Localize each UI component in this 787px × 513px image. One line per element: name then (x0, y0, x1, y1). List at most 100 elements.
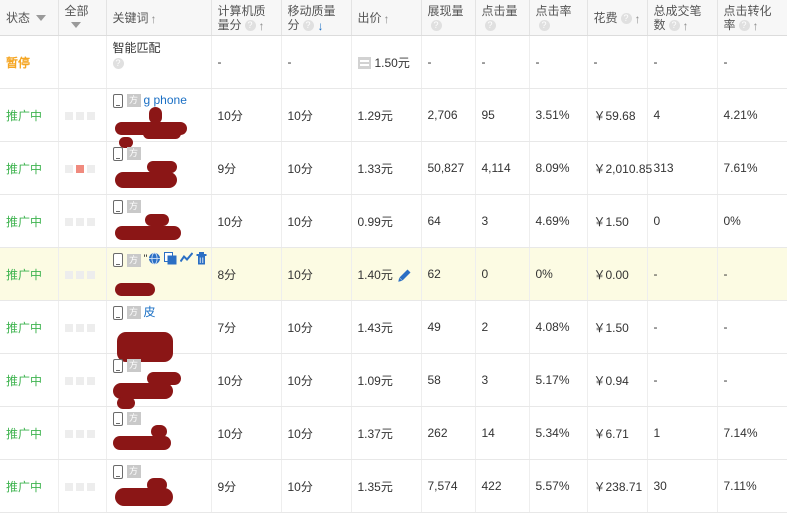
list-icon[interactable] (357, 57, 371, 70)
help-icon[interactable]: ? (538, 19, 550, 31)
cell-keyword[interactable]: 方 (106, 353, 212, 409)
table-row[interactable]: 推广中 方 10分 10分 1.09元 58 3 5.17% ￥0.94 - - (0, 353, 787, 409)
cell-bid[interactable]: 1.35元 (351, 459, 422, 513)
flag-square[interactable] (64, 111, 73, 120)
flag-square[interactable] (75, 482, 84, 491)
table-row[interactable]: 推广中 方 10分 10分 1.37元 262 14 5.34% ￥6.71 1 7.14% (0, 406, 787, 460)
cell-bid[interactable]: 1.29元 (351, 88, 422, 142)
flag-squares[interactable] (64, 479, 98, 493)
flag-square[interactable] (64, 482, 73, 491)
help-icon[interactable]: ? (112, 57, 124, 69)
chevron-down-icon[interactable] (70, 21, 81, 28)
cell-bid[interactable]: 1.50元 (351, 35, 422, 89)
flag-square[interactable] (86, 376, 95, 385)
sort-ascending-icon[interactable]: ↑ (635, 13, 641, 25)
cell-keyword[interactable]: 方 (106, 141, 212, 195)
help-icon[interactable]: ? (668, 19, 680, 31)
sort-ascending-icon[interactable]: ↑ (151, 13, 157, 25)
status-badge[interactable]: 暂停 (6, 56, 30, 70)
flag-squares[interactable] (64, 426, 98, 440)
sort-ascending-icon[interactable]: ↑ (683, 20, 689, 32)
help-icon[interactable]: ? (738, 19, 750, 31)
flag-squares[interactable] (64, 161, 98, 175)
help-icon[interactable]: ? (244, 19, 256, 31)
column-header-bid[interactable]: 出价 ↑ (351, 0, 422, 36)
sort-ascending-icon[interactable]: ↑ (384, 13, 390, 25)
cell-keyword[interactable]: 智能匹配? (106, 35, 212, 89)
table-row[interactable]: 推广中 方 9分 10分 1.35元 7,574 422 5.57% ￥238.71 30 7.11… (0, 459, 787, 513)
flag-square[interactable] (75, 323, 84, 332)
table-row[interactable]: 推广中 方 " 8分 10分 1.40元 62 0 0% ￥0.00 - - (0, 247, 787, 301)
flag-square[interactable] (75, 429, 84, 438)
cell-keyword[interactable]: 方 (106, 194, 212, 248)
cell-keyword[interactable]: 方 (106, 459, 212, 513)
cell-bid[interactable]: 1.43元 (351, 300, 422, 354)
edit-pencil-icon[interactable] (398, 269, 411, 282)
cell-keyword[interactable]: 方g phone (106, 88, 212, 148)
status-badge[interactable]: 推广中 (6, 162, 42, 176)
sort-descending-icon[interactable]: ↓ (318, 20, 324, 32)
flag-square[interactable] (64, 217, 73, 226)
table-row[interactable]: 推广中 方 9分 10分 1.33元 50,827 4,114 8.09% ￥2,010.85 3… (0, 141, 787, 195)
help-icon[interactable]: ? (620, 12, 632, 24)
flag-square[interactable] (86, 111, 95, 120)
column-header-cost[interactable]: 花费? ↑ (587, 0, 648, 36)
cell-keyword[interactable]: 方 (106, 406, 212, 460)
column-header-clicks[interactable]: 点击量? (475, 0, 530, 36)
flag-square[interactable] (75, 111, 84, 120)
column-header-impressions[interactable]: 展现量? (421, 0, 476, 36)
status-badge[interactable]: 推广中 (6, 215, 42, 229)
sort-ascending-icon[interactable]: ↑ (259, 20, 265, 32)
flag-squares[interactable] (64, 320, 98, 334)
flag-square[interactable] (64, 429, 73, 438)
status-badge[interactable]: 推广中 (6, 374, 42, 388)
trash-icon[interactable] (196, 252, 207, 268)
column-header-orders[interactable]: 总成交笔数? ↑ (647, 0, 718, 36)
cell-bid[interactable]: 1.40元 (351, 247, 422, 301)
column-header-ctr[interactable]: 点击率? (529, 0, 588, 36)
status-badge[interactable]: 推广中 (6, 427, 42, 441)
column-header-pc_quality[interactable]: 计算机质量分? ↑ (211, 0, 282, 36)
flag-square[interactable] (75, 164, 84, 173)
help-icon[interactable]: ? (430, 19, 442, 31)
column-header-status[interactable]: 状态 (0, 0, 59, 36)
flag-squares[interactable] (64, 108, 98, 122)
status-badge[interactable]: 推广中 (6, 321, 42, 335)
table-row[interactable]: 推广中 方 10分 10分 0.99元 64 3 4.69% ￥1.50 0 0% (0, 194, 787, 248)
help-icon[interactable]: ? (484, 19, 496, 31)
chart-icon[interactable] (180, 252, 194, 268)
status-badge[interactable]: 推广中 (6, 268, 42, 282)
flag-square[interactable] (86, 217, 95, 226)
status-badge[interactable]: 推广中 (6, 109, 42, 123)
flag-square[interactable] (64, 376, 73, 385)
help-icon[interactable]: ? (302, 19, 314, 31)
flag-squares[interactable] (64, 214, 98, 228)
column-header-cvr[interactable]: 点击转化率? ↑ (717, 0, 787, 36)
flag-square[interactable] (86, 482, 95, 491)
flag-square[interactable] (75, 376, 84, 385)
table-row[interactable]: 推广中 方 g phone 10分 10分 1.29元 2,706 95 3.51% ￥59.68… (0, 88, 787, 148)
flag-square[interactable] (75, 217, 84, 226)
cell-bid[interactable]: 1.33元 (351, 141, 422, 195)
flag-square[interactable] (64, 164, 73, 173)
column-header-mob_quality[interactable]: 移动质量分? ↓ (281, 0, 352, 36)
flag-square[interactable] (86, 323, 95, 332)
status-badge[interactable]: 推广中 (6, 480, 42, 494)
column-header-flags[interactable]: 全部 (58, 0, 107, 36)
flag-square[interactable] (75, 270, 84, 279)
cell-keyword[interactable]: 方皮 (106, 300, 212, 362)
cell-keyword[interactable]: 方 " (106, 247, 212, 301)
flag-squares[interactable] (64, 373, 98, 387)
flag-square[interactable] (64, 323, 73, 332)
cell-bid[interactable]: 1.37元 (351, 406, 422, 460)
globe-icon[interactable] (148, 252, 161, 268)
flag-square[interactable] (86, 270, 95, 279)
table-row[interactable]: 推广中 方皮 7分 10分 1.43元 49 2 4.08% ￥1.50 - - (0, 300, 787, 362)
flag-square[interactable] (64, 270, 73, 279)
copy-icon[interactable] (164, 252, 177, 268)
flag-square[interactable] (86, 429, 95, 438)
column-header-keyword[interactable]: 关键词 ↑ (106, 0, 212, 36)
table-row[interactable]: 暂停 智能匹配? - -1.50元 - - - - - - (0, 35, 787, 89)
chevron-down-icon[interactable] (36, 14, 47, 21)
cell-bid[interactable]: 1.09元 (351, 353, 422, 407)
